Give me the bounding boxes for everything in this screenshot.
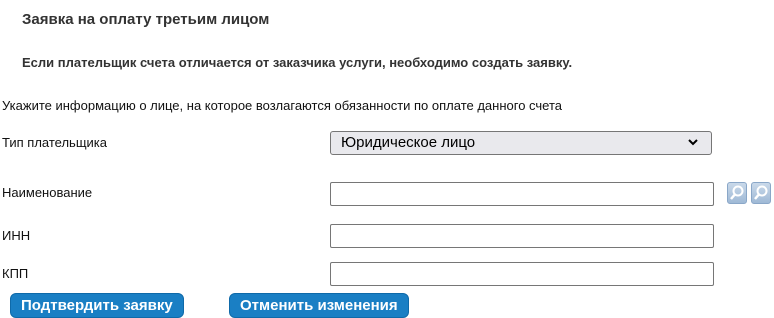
- instruction-text: Укажите информацию о лице, на которое во…: [2, 98, 563, 113]
- search-icon: [730, 185, 744, 200]
- name-label: Наименование: [2, 185, 93, 200]
- cancel-changes-button[interactable]: Отменить изменения: [229, 293, 409, 318]
- inn-input[interactable]: [330, 224, 714, 248]
- confirm-request-button[interactable]: Подтвердить заявку: [10, 293, 184, 318]
- notice-text: Если плательщик счета отличается от зака…: [22, 55, 573, 70]
- inn-label: ИНН: [2, 228, 31, 243]
- page-title: Заявка на оплату третьим лицом: [22, 11, 270, 28]
- name-input[interactable]: [330, 182, 714, 206]
- chevron-down-icon: [688, 139, 698, 146]
- payer-type-value: Юридическое лицо: [341, 134, 476, 151]
- payer-type-label: Тип плательщика: [2, 135, 107, 150]
- search-icon: [754, 185, 768, 200]
- search-button[interactable]: [727, 182, 747, 204]
- kpp-label: КПП: [2, 266, 29, 281]
- kpp-input[interactable]: [330, 262, 714, 286]
- search-button-alt[interactable]: [751, 182, 771, 204]
- payer-type-select[interactable]: Юридическое лицо: [330, 131, 712, 155]
